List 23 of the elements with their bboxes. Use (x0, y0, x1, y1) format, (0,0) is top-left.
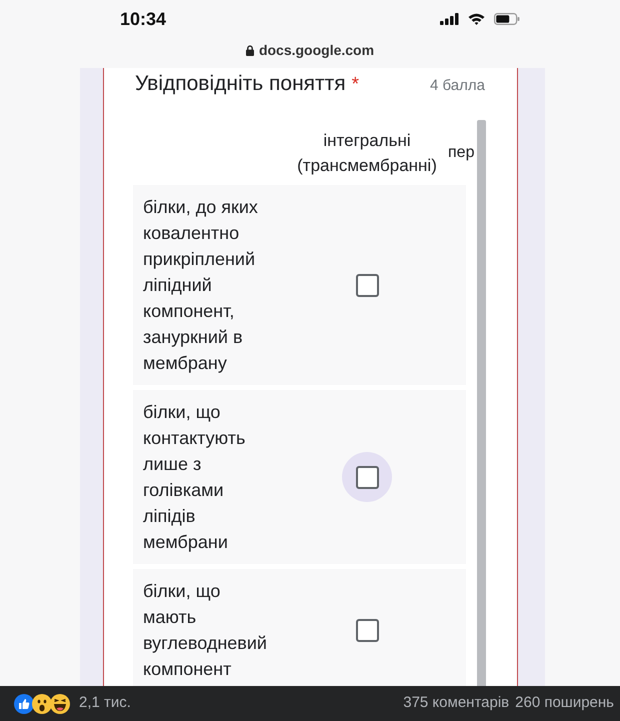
wifi-icon (468, 13, 485, 25)
wow-reaction-icon[interactable] (32, 694, 52, 714)
laughing-reaction-icon[interactable] (50, 694, 70, 714)
points-label: 4 балла (430, 76, 485, 96)
required-asterisk: * (352, 73, 360, 97)
question-title: Увідповідніть поняття (135, 71, 346, 97)
shares-count[interactable]: 260 поширень (515, 692, 614, 715)
clock-time: 10:34 (120, 10, 166, 28)
comments-count[interactable]: 375 коментарів (403, 692, 510, 715)
like-reaction-icon[interactable] (14, 694, 34, 714)
lock-icon (246, 44, 254, 56)
row-label: білки, до яких ковалентно прикріплений ліпідний компонент, зануркний в мембрану (143, 196, 259, 375)
row-label: білки, що контактують лише з голівками ліпідів мембрани (143, 401, 246, 554)
checkbox[interactable] (356, 466, 378, 488)
row-label: білки, що мають вуглеводневий компонент (143, 580, 268, 681)
checkbox[interactable] (356, 274, 378, 296)
cellular-signal-icon (440, 13, 459, 25)
url-text[interactable]: docs.google.com (258, 43, 374, 57)
column-header: інтегральні (трансмембранні) (296, 130, 438, 176)
battery-icon (494, 13, 520, 25)
reaction-count[interactable]: 2,1 тис. (79, 692, 131, 715)
checkbox[interactable] (356, 618, 378, 642)
column-header: пер (448, 142, 474, 162)
